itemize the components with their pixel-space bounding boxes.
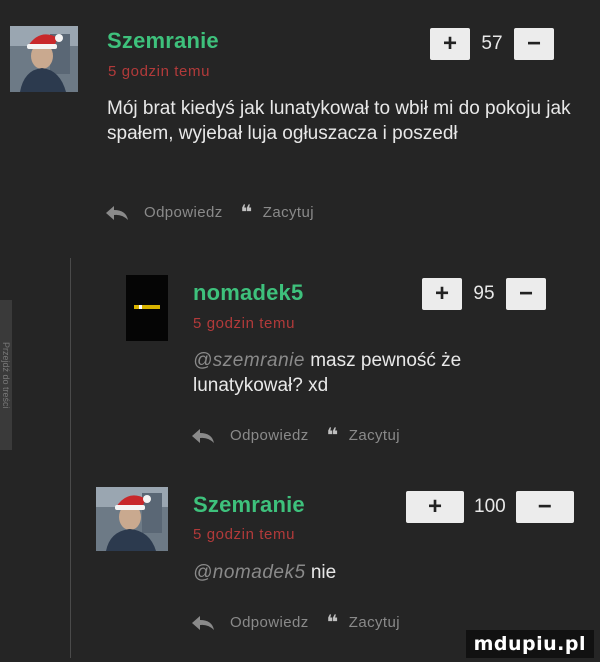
vote-widget: + 57 − xyxy=(430,28,554,60)
timestamp: 5 godzin temu xyxy=(193,526,296,543)
upvote-button[interactable]: + xyxy=(422,278,462,310)
reply-link[interactable]: Odpowiedz xyxy=(230,614,309,631)
watermark-logo: mdupiu.pl xyxy=(465,630,594,658)
quote-link[interactable]: Zacytuj xyxy=(263,204,314,221)
score: 95 xyxy=(473,283,495,304)
quote-link[interactable]: Zacytuj xyxy=(349,614,400,631)
thread-line xyxy=(70,258,71,658)
username[interactable]: Szemranie xyxy=(107,28,219,54)
timestamp: 5 godzin temu xyxy=(108,63,211,80)
comment-text: nie xyxy=(310,562,337,583)
upvote-button[interactable]: + xyxy=(430,28,470,60)
mention-link[interactable]: @nomadek5 xyxy=(193,562,306,583)
avatar-image xyxy=(126,275,168,341)
avatar[interactable] xyxy=(126,275,168,341)
downvote-button[interactable]: − xyxy=(506,278,546,310)
reply-arrow-icon[interactable] xyxy=(104,204,130,222)
side-tab[interactable]: Przejdź do treści xyxy=(0,300,12,450)
username[interactable]: nomadek5 xyxy=(193,280,303,306)
comment-actions: Odpowiedz ❝ Zacytuj xyxy=(190,423,400,448)
username[interactable]: Szemranie xyxy=(193,492,305,518)
avatar[interactable] xyxy=(96,487,168,551)
timestamp: 5 godzin temu xyxy=(193,315,296,332)
comment-body: Mój brat kiedyś jak lunatykował to wbił … xyxy=(107,98,571,144)
avatar-image xyxy=(10,26,78,92)
vote-widget: + 95 − xyxy=(422,278,546,310)
reply-arrow-icon[interactable] xyxy=(190,614,216,632)
upvote-button[interactable]: + xyxy=(406,491,464,523)
score: 100 xyxy=(474,496,506,517)
quote-icon[interactable]: ❝ xyxy=(327,610,339,635)
downvote-button[interactable]: − xyxy=(514,28,554,60)
quote-icon[interactable]: ❝ xyxy=(241,200,253,225)
avatar-image xyxy=(96,487,168,551)
avatar[interactable] xyxy=(10,26,78,92)
comment-actions: Odpowiedz ❝ Zacytuj xyxy=(104,200,314,225)
vote-widget: + 100 − xyxy=(406,491,574,523)
quote-link[interactable]: Zacytuj xyxy=(349,427,400,444)
comment-body: @szemranie masz pewność że lunatykował? … xyxy=(193,348,493,398)
quote-icon[interactable]: ❝ xyxy=(327,423,339,448)
score: 57 xyxy=(481,33,503,54)
reply-arrow-icon[interactable] xyxy=(190,427,216,445)
reply-link[interactable]: Odpowiedz xyxy=(230,427,309,444)
side-tab-label: Przejdź do treści xyxy=(1,341,11,409)
reply-link[interactable]: Odpowiedz xyxy=(144,204,223,221)
mention-link[interactable]: @szemranie xyxy=(193,350,305,371)
comment-body: @nomadek5 nie xyxy=(193,560,336,585)
comment-actions: Odpowiedz ❝ Zacytuj xyxy=(190,610,400,635)
downvote-button[interactable]: − xyxy=(515,491,574,523)
